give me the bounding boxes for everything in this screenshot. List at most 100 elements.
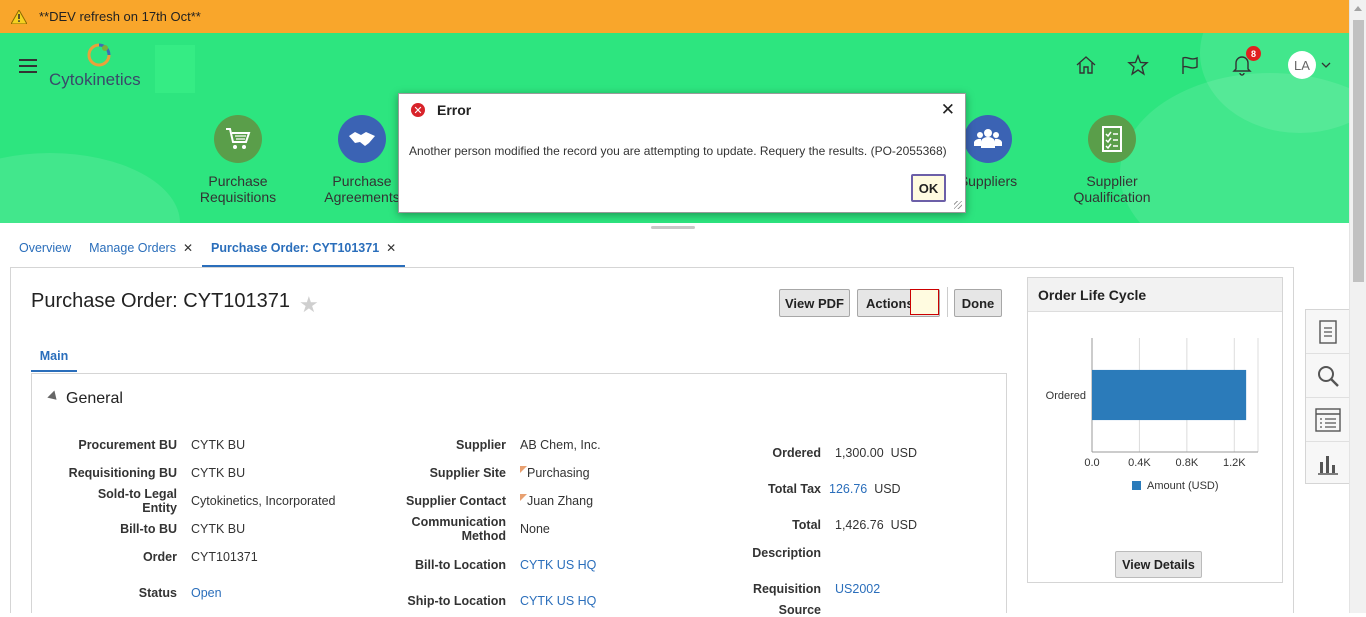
tab-label: Manage Orders [89,241,176,255]
error-dialog: ✕ Error ✕ Another person modified the re… [398,93,966,213]
favorites-star-icon[interactable] [1125,52,1151,78]
favorite-star-icon[interactable]: ★ [299,292,319,318]
chart-tick-label: 0.8K [1176,457,1199,469]
field-label: Procurement BU [78,438,177,452]
app-supplier-qualification[interactable]: Supplier Qualification [1052,115,1172,205]
field-label: Sold-to Legal Entity [40,487,177,515]
search-icon[interactable] [1306,354,1350,398]
close-icon[interactable]: ✕ [386,241,396,255]
field-label: Supplier Contact [405,494,506,508]
section-title: General [66,390,123,407]
app-purchase-requisitions[interactable]: Purchase Requisitions [178,115,298,205]
field-label: Supplier Site [429,466,506,480]
field-label: Ship-to Location [407,594,506,608]
close-icon[interactable]: ✕ [183,241,193,255]
ok-button[interactable]: OK [911,174,946,202]
tab-manage-orders[interactable]: Manage Orders ✕ [80,241,202,267]
chart-legend-swatch [1132,481,1141,490]
field-label: Status [138,586,177,600]
user-avatar[interactable]: LA [1288,51,1316,79]
dialog-title: Error [437,102,472,118]
field-value: Purchasing [520,466,590,480]
done-button[interactable]: Done [954,289,1002,317]
chart-legend-label: Amount (USD) [1147,480,1219,492]
logo-thumbnail [155,45,195,93]
home-icon[interactable] [1073,52,1099,78]
document-icon[interactable] [1306,310,1350,354]
field-value: 1,426.76 USD [835,518,917,532]
currency: USD [890,518,918,532]
currency: USD [874,482,901,496]
tab-main[interactable]: Main [31,342,77,372]
field-value: CYTK BU [191,466,246,480]
toolbar-separator [947,287,948,317]
field-value: None [520,522,550,536]
header-collapse-handle[interactable] [651,226,695,229]
checklist-icon [1088,115,1136,163]
field-value: AB Chem, Inc. [520,438,601,452]
order-lifecycle-panel: Order Life Cycle 0.0 0.4K 0.8K 1.2K Ordered A… [1027,277,1283,583]
page-title: Purchase Order: CYT101371 [31,290,291,312]
change-flag-icon [520,494,527,501]
field-value: CYTK BU [191,522,246,536]
field-label: Total [792,518,821,532]
total-amount: 1,426.76 [835,518,884,532]
banner-text: **DEV refresh on 17th Oct** [39,9,201,24]
supplier-site-value: Purchasing [527,466,590,480]
field-label: Order [142,550,177,564]
chart-tick-label: 0.0 [1084,457,1099,469]
chart-bar [1092,369,1247,421]
label-line2: Entity [142,501,177,515]
field-label: Bill-to BU [120,522,177,536]
scroll-up-arrow-icon[interactable] [1354,6,1362,11]
right-panel-rail [1305,309,1350,486]
ship-to-location-link[interactable]: CYTK US HQ [520,594,596,608]
label-line2: Method [461,529,506,543]
requisition-link[interactable]: US2002 [835,582,880,596]
menu-icon[interactable] [19,59,37,73]
field-value: Cytokinetics, Incorporated [191,494,336,508]
field-value: Juan Zhang [520,494,593,508]
total-tax-link[interactable]: 126.76 [829,482,867,496]
field-value: CYT101371 [191,550,258,564]
status-link[interactable]: Open [191,586,222,600]
scrollbar-thumb[interactable] [1353,20,1364,282]
actions-dropdown-toggle[interactable] [910,289,939,315]
view-pdf-button[interactable]: View PDF [779,289,850,317]
app-label-line2: Qualification [1073,189,1151,205]
notifications-bell-icon[interactable]: 8 [1229,46,1261,78]
app-label-line2: Requisitions [199,189,277,205]
label-line1: Sold-to Legal [97,487,177,501]
cart-icon [214,115,262,163]
field-value: 126.76 USD [829,482,901,496]
collapse-triangle-icon[interactable] [47,390,61,404]
field-label: Ordered [772,446,821,460]
chevron-down-icon[interactable] [1321,60,1331,70]
warning-icon [11,9,27,24]
resize-handle-icon[interactable] [954,201,962,209]
tab-purchase-order[interactable]: Purchase Order: CYT101371 ✕ [202,241,406,267]
change-flag-icon [520,466,527,473]
people-icon [964,115,1012,163]
field-value: 1,300.00 USD [835,446,917,460]
watchlist-flag-icon[interactable] [1177,52,1203,78]
tab-label: Overview [19,241,72,255]
close-icon[interactable]: ✕ [941,100,955,120]
field-label: Source [778,603,821,617]
list-icon[interactable] [1306,398,1350,442]
page-scrollbar[interactable] [1349,0,1366,613]
analytics-icon[interactable] [1306,442,1350,486]
field-label: Communication Method [380,515,506,543]
tab-overview[interactable]: Overview [10,241,80,267]
app-label-line1: Purchase [208,173,268,189]
bill-to-location-link[interactable]: CYTK US HQ [520,558,596,572]
section-general-header[interactable]: General [47,390,123,408]
label-line1: Communication [411,515,506,529]
field-label: Requisition [752,582,821,596]
view-details-button[interactable]: View Details [1115,551,1202,578]
field-label: Requisitioning BU [68,466,177,480]
ordered-amount: 1,300.00 [835,446,884,460]
error-icon: ✕ [411,103,425,117]
logo-icon [87,43,111,67]
field-label: Description [752,546,821,560]
